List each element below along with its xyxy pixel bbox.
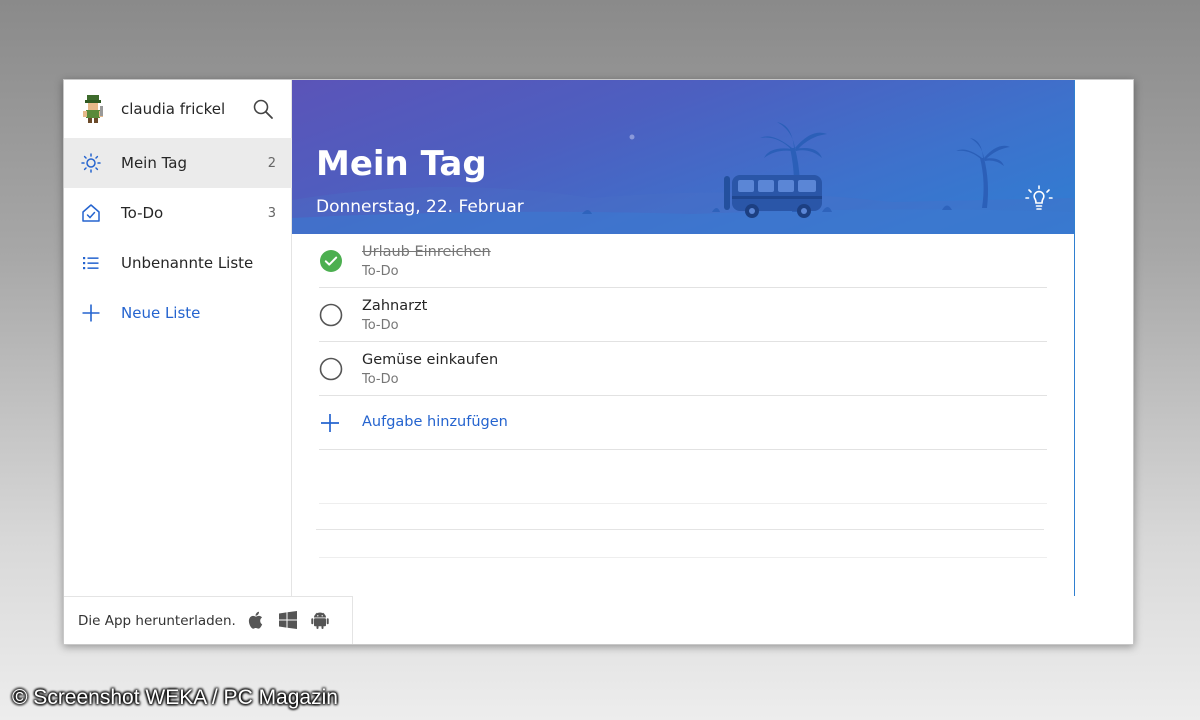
task-title: Zahnarzt xyxy=(362,298,428,314)
sidebar-item-label: Unbenannte Liste xyxy=(121,254,254,272)
empty-row xyxy=(319,450,1047,504)
task-item[interactable]: Zahnarzt To-Do xyxy=(319,288,1047,342)
task-title: Urlaub Einreichen xyxy=(362,244,491,260)
new-list-button[interactable]: Neue Liste xyxy=(64,288,292,338)
task-list-name: To-Do xyxy=(362,372,399,387)
empty-row xyxy=(319,504,1047,558)
windows-icon[interactable] xyxy=(277,609,299,631)
sidebar-item-label: To-Do xyxy=(121,204,164,222)
sidebar-item-mein-tag[interactable]: Mein Tag 2 xyxy=(64,138,292,188)
task-title: Gemüse einkaufen xyxy=(362,352,499,368)
plus-icon xyxy=(82,304,100,322)
download-app-text: Die App herunterladen. xyxy=(78,613,236,629)
sidebar-item-label: Mein Tag xyxy=(121,154,188,172)
footer-divider xyxy=(316,529,1044,530)
circle-icon[interactable] xyxy=(319,303,343,327)
task-list-name: To-Do xyxy=(362,264,399,279)
avatar[interactable] xyxy=(79,92,107,124)
apple-icon[interactable] xyxy=(245,609,267,631)
profile-header: claudia frickel xyxy=(64,80,292,138)
header-banner: Mein Tag Donnerstag, 22. Februar xyxy=(292,80,1074,234)
task-list-name: To-Do xyxy=(362,318,399,333)
task-item[interactable]: Gemüse einkaufen To-Do xyxy=(319,342,1047,396)
search-icon[interactable] xyxy=(252,98,274,120)
watermark: © Screenshot WEKA / PC Magazin xyxy=(12,686,338,709)
plus-icon xyxy=(321,414,339,432)
list-icon xyxy=(83,257,99,270)
checkmark-circle-icon[interactable] xyxy=(319,249,343,273)
download-app-footer: Die App herunterladen. xyxy=(64,596,353,644)
add-task-label: Aufgabe hinzufügen xyxy=(362,414,508,430)
sidebar-item-count: 2 xyxy=(267,156,276,171)
page-date: Donnerstag, 22. Februar xyxy=(316,197,524,217)
main-panel: Mein Tag Donnerstag, 22. Februar Urlaub … xyxy=(292,80,1075,644)
android-icon[interactable] xyxy=(309,609,331,631)
main-panel-border xyxy=(1074,80,1075,596)
sidebar: claudia frickel Mein Tag 2 To-Do 3 Unben… xyxy=(64,80,292,644)
task-list: Urlaub Einreichen To-Do Zahnarzt To-Do G… xyxy=(319,234,1047,558)
app-window: claudia frickel Mein Tag 2 To-Do 3 Unben… xyxy=(63,79,1134,645)
sidebar-item-count: 3 xyxy=(267,206,276,221)
circle-icon[interactable] xyxy=(319,357,343,381)
page-title: Mein Tag xyxy=(316,144,487,184)
sidebar-item-label: Neue Liste xyxy=(121,304,201,322)
add-task-button[interactable]: Aufgabe hinzufügen xyxy=(319,396,1047,450)
sidebar-item-unbenannte-liste[interactable]: Unbenannte Liste xyxy=(64,238,292,288)
sidebar-item-to-do[interactable]: To-Do 3 xyxy=(64,188,292,238)
profile-name[interactable]: claudia frickel xyxy=(121,100,225,118)
lightbulb-icon[interactable] xyxy=(1024,184,1054,214)
task-item[interactable]: Urlaub Einreichen To-Do xyxy=(319,234,1047,288)
home-check-icon xyxy=(82,204,100,222)
sun-icon xyxy=(81,153,101,173)
